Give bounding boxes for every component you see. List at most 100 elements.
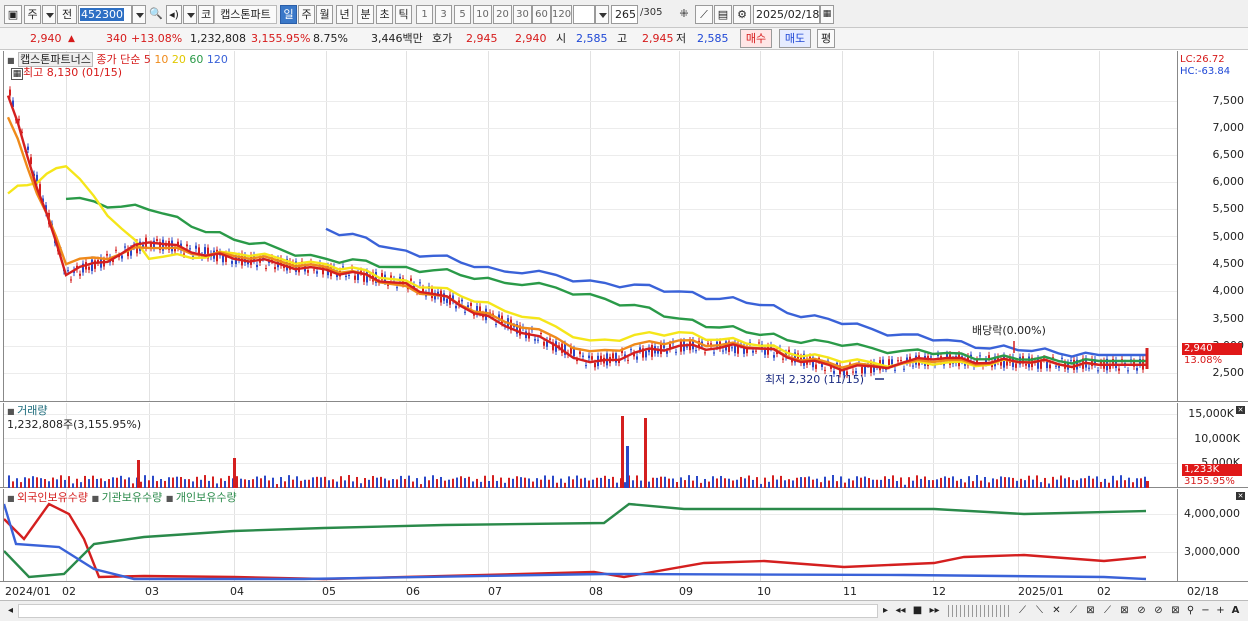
interval-30-button[interactable]: 30 [513, 5, 532, 24]
count-input[interactable]: 265 [611, 5, 638, 24]
draw-tool-icon[interactable]: ⊘ [1134, 603, 1149, 619]
zoom-in-icon[interactable]: + [1213, 603, 1228, 619]
draw-tool-icon[interactable]: ⟋ [1066, 603, 1081, 619]
mode-main-select[interactable]: 주 [24, 5, 41, 24]
period-minute-tab[interactable]: 분 [357, 5, 374, 24]
volume-bar [732, 480, 734, 488]
grid-toggle-icon[interactable]: ▦ [11, 68, 23, 80]
volume-bar [596, 477, 598, 488]
volume-bar [728, 478, 730, 488]
date-label: 2024/01 [5, 585, 51, 598]
candle-body [1049, 364, 1051, 369]
interval-120-button[interactable]: 120 [551, 5, 572, 24]
period-week-tab[interactable]: 주 [298, 5, 315, 24]
candle-body [979, 355, 981, 357]
volume-bar [928, 480, 930, 488]
volume-bar [184, 479, 186, 488]
rewind-icon[interactable]: ◂◂ [893, 603, 908, 619]
gear-icon[interactable]: ⚙ [733, 5, 751, 24]
draw-tool-icon[interactable]: ⊠ [1117, 603, 1132, 619]
volume-close-icon[interactable]: ✕ [1236, 406, 1245, 414]
mode-sub-select[interactable]: 전 [57, 5, 77, 24]
volume-bar [1100, 481, 1102, 488]
interval-10-button[interactable]: 10 [473, 5, 492, 24]
draw-tool-icon[interactable]: ✕ [1049, 603, 1064, 619]
draw-tool-icon[interactable]: ⊘ [1151, 603, 1166, 619]
candle-body [686, 346, 688, 348]
volume-bar [820, 482, 822, 488]
low-label: 저 [676, 32, 687, 45]
legend-stock-name[interactable]: 캡스톤파트너스 [18, 52, 93, 67]
crosshair-icon[interactable]: ⁜ [675, 5, 693, 24]
volume-bar [540, 479, 542, 488]
volume-bar [900, 477, 902, 488]
volume-bar [1020, 478, 1022, 488]
candle-body [195, 245, 197, 249]
draw-tool-icon[interactable]: ⊠ [1083, 603, 1098, 619]
buy-button[interactable]: 매수 [740, 29, 772, 48]
holdings-plot[interactable]: ■ 외국인보유수량 ■ 기관보유수량 ■ 개인보유수량 [3, 489, 1178, 581]
font-size-icon[interactable]: A [1228, 603, 1243, 619]
volume-bar [312, 477, 314, 488]
speaker-icon[interactable]: ◂) [166, 5, 182, 24]
scroll-right-icon[interactable]: ▸ [878, 603, 893, 619]
eval-button[interactable]: 평 [817, 29, 835, 48]
volume-plot[interactable]: ■ 거래량 1,232,808주(3,155.95%) [3, 403, 1178, 488]
volume-bar [588, 480, 590, 488]
calendar-icon[interactable]: ▦ [820, 5, 834, 24]
volume-bar [460, 476, 462, 488]
volume-bar [1016, 480, 1018, 488]
holdings-close-icon[interactable]: ✕ [1236, 492, 1245, 500]
interval-20-button[interactable]: 20 [493, 5, 512, 24]
interval-dropdown-icon[interactable] [595, 5, 609, 24]
price-plot[interactable]: ■ 캡스톤파트너스 종가 단순 5 10 20 60 120 ▦ 최고 8,13… [3, 51, 1178, 401]
draw-tool-icon[interactable]: ⟍ [1032, 603, 1047, 619]
fast-forward-icon[interactable]: ▸▸ [927, 603, 942, 619]
draw-tool-icon[interactable]: ⟋ [1015, 603, 1030, 619]
period-second-tab[interactable]: 초 [376, 5, 393, 24]
draw-tool-icon[interactable]: ⟋ [1100, 603, 1115, 619]
zoom-ruler[interactable] [948, 605, 1010, 617]
stop-icon[interactable]: ■ [910, 603, 925, 619]
volume-bar [432, 475, 434, 488]
interval-1-button[interactable]: 1 [416, 5, 433, 24]
chart-settings-icon[interactable]: ▣ [4, 5, 22, 24]
candle-body [274, 267, 276, 270]
candle-body [419, 282, 421, 284]
code-input[interactable]: 452300 [78, 5, 132, 24]
volume-bar [1024, 480, 1026, 488]
sell-button[interactable]: 매도 [779, 29, 811, 48]
candle-body [1118, 368, 1120, 371]
period-tick-tab[interactable]: 틱 [395, 5, 412, 24]
magnifier-icon[interactable]: ⚲ [1183, 603, 1198, 619]
mode-main-dropdown-icon[interactable] [42, 5, 56, 24]
draw-line-icon[interactable]: ⟋ [695, 5, 713, 24]
scroll-left-icon[interactable]: ◂ [3, 603, 18, 619]
interval-3-button[interactable]: 3 [435, 5, 452, 24]
candle-body [864, 366, 866, 374]
volume-bar [284, 481, 286, 488]
volume-bar [68, 476, 70, 488]
candle-body [651, 345, 653, 357]
volume-bar [140, 481, 142, 488]
volume-bar [216, 483, 218, 488]
period-month-tab[interactable]: 월 [316, 5, 333, 24]
volume-bar [456, 477, 458, 488]
period-year-tab[interactable]: 년 [336, 5, 353, 24]
interval-5-button[interactable]: 5 [454, 5, 471, 24]
search-icon[interactable]: 🔍 [148, 5, 164, 24]
volume-bar [144, 475, 146, 488]
code-dropdown-icon[interactable] [132, 5, 146, 24]
scroll-track[interactable] [18, 604, 878, 618]
volume-bar [832, 475, 834, 488]
interval-60-button[interactable]: 60 [532, 5, 551, 24]
save-icon[interactable]: ▤ [714, 5, 732, 24]
market-button[interactable]: 코 [198, 5, 214, 24]
zoom-out-icon[interactable]: − [1198, 603, 1213, 619]
interval-custom-input[interactable] [573, 5, 595, 24]
period-day-tab[interactable]: 일 [280, 5, 297, 24]
date-input[interactable]: 2025/02/18 [753, 5, 820, 24]
draw-tool-icon[interactable]: ⊠ [1168, 603, 1183, 619]
candle-body [256, 264, 258, 268]
speaker-dropdown-icon[interactable] [183, 5, 197, 24]
